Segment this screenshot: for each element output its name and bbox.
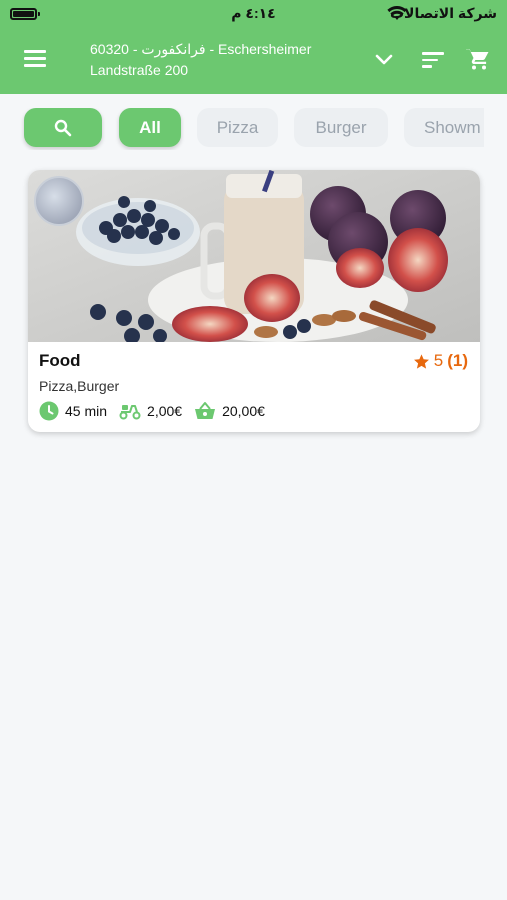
restaurant-meta: 45 min 2,00€ 20,00€ [39,401,277,421]
filter-chip-showm[interactable]: Showm [404,108,484,147]
restaurant-rating: 5 (1) [413,351,468,371]
search-button[interactable] [24,108,102,147]
scooter-icon [119,405,141,420]
chevron-down-icon[interactable] [374,53,394,67]
filter-chip-all[interactable]: All [119,108,181,147]
star-icon [413,353,429,369]
cart-icon[interactable] [465,47,489,71]
delivery-time-value: 45 min [65,403,108,419]
restaurant-logo [34,176,84,226]
address-line-2: Landstraße 200 [90,62,189,78]
review-count: (1) [447,351,468,370]
sort-icon[interactable] [422,52,444,68]
restaurant-card[interactable]: Food 5 (1) Pizza,Burger 45 min 2,00€ 20,… [28,170,480,432]
delivery-time: 45 min [39,401,107,421]
status-bar: ٤:١٤ م شركة الاتصالات [0,0,507,28]
delivery-fee-value: 2,00€ [147,403,183,419]
search-icon [54,119,72,136]
address-line-1: 60320 - فرانكفورت - Eschersheimer [90,41,312,57]
filter-chip-burger[interactable]: Burger [294,108,388,147]
basket-icon [195,402,216,419]
carrier-name: شركة الاتصالات [389,5,497,21]
minimum-order-value: 20,00€ [222,403,265,419]
minimum-order: 20,00€ [194,401,265,421]
app-header: ٤:١٤ م شركة الاتصالات 60320 - فرانكفورت … [0,0,507,94]
filter-chip-pizza[interactable]: Pizza [197,108,278,147]
category-filter-bar: All Pizza Burger Showm [0,108,484,150]
restaurant-hero-image [28,170,480,342]
rating-value: 5 [433,351,444,370]
delivery-fee: 2,00€ [119,402,182,420]
clock-icon [39,401,59,421]
restaurant-name: Food [39,351,81,370]
restaurant-categories: Pizza,Burger [39,378,120,394]
delivery-address[interactable]: 60320 - فرانكفورت - Eschersheimer Landst… [90,39,350,81]
menu-icon[interactable] [24,50,46,68]
